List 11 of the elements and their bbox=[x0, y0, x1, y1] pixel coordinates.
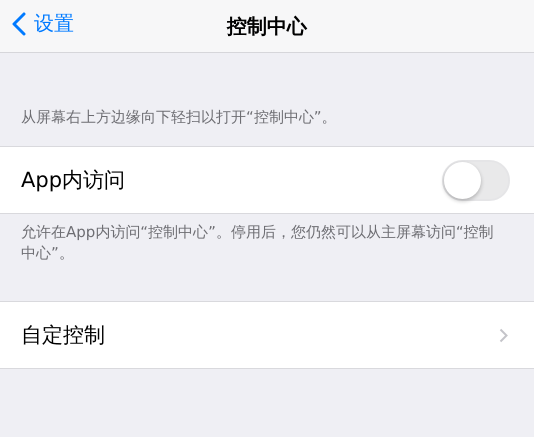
section-footer: 允许在App内访问“控制中心”。停用后，您仍然可以从主屏幕访问“控制中心”。 bbox=[0, 214, 534, 264]
toggle-switch[interactable] bbox=[442, 160, 510, 200]
row-label: 自定控制 bbox=[21, 322, 105, 349]
back-chevron-icon bbox=[12, 12, 26, 36]
settings-row[interactable]: 自定控制 bbox=[0, 301, 534, 369]
section-header: 从屏幕右上方边缘向下轻扫以打开“控制中心”。 bbox=[20, 108, 338, 128]
row-label: App内访问 bbox=[21, 167, 126, 194]
back-button[interactable]: 设置 bbox=[12, 10, 74, 37]
chevron-icon bbox=[499, 328, 508, 342]
page-title: 控制中心 bbox=[227, 12, 307, 40]
settings-row[interactable]: App内访问 bbox=[0, 146, 534, 214]
